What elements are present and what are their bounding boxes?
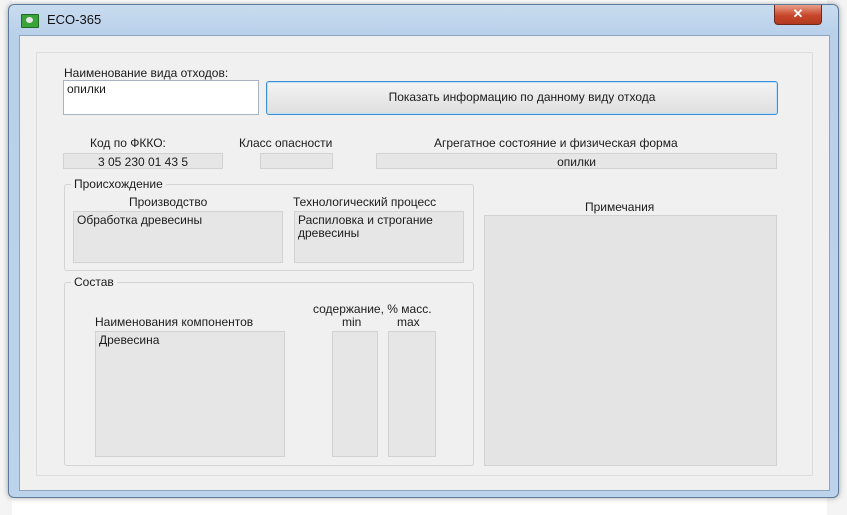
- hazard-class-field: [260, 153, 333, 169]
- close-button[interactable]: ✕: [774, 5, 822, 25]
- origin-group: Происхождение Производство Обработка дре…: [64, 177, 474, 271]
- content-label: содержание, % масс.: [313, 302, 432, 316]
- fkko-code-field: 3 05 230 01 43 5: [63, 153, 223, 169]
- main-panel: Наименование вида отходов: опилки Показа…: [36, 52, 813, 476]
- window-title: ECO-365: [47, 12, 102, 27]
- tech-process-field: Распиловка и строгание древесины: [294, 211, 464, 263]
- production-label: Производство: [129, 195, 208, 209]
- hazard-class-label: Класс опасности: [239, 136, 333, 150]
- composition-group: Состав содержание, % масс. Наименования …: [64, 275, 474, 466]
- tech-process-label: Технологический процесс: [293, 195, 437, 209]
- state-form-label: Агрегатное состояние и физическая форма: [434, 136, 678, 150]
- origin-group-title: Происхождение: [71, 177, 166, 191]
- title-bar[interactable]: ECO-365 ✕: [9, 5, 838, 33]
- production-field: Обработка древесины: [73, 211, 283, 263]
- min-label: min: [342, 315, 362, 329]
- components-label: Наименования компонентов: [95, 315, 254, 329]
- app-window: ECO-365 ✕ Наименование вида отходов: опи…: [8, 4, 839, 498]
- state-form-field: опилки: [376, 153, 777, 169]
- client-area: Наименование вида отходов: опилки Показа…: [19, 35, 830, 491]
- composition-group-title: Состав: [71, 275, 117, 289]
- notes-field: [484, 215, 777, 466]
- waste-name-input[interactable]: опилки: [63, 80, 259, 115]
- notes-label: Примечания: [585, 200, 655, 214]
- waste-name-label: Наименование вида отходов:: [64, 66, 229, 80]
- fkko-code-label: Код по ФККО:: [90, 136, 166, 150]
- max-label: max: [397, 315, 420, 329]
- max-content-list[interactable]: [388, 331, 436, 457]
- app-icon: [21, 14, 39, 28]
- show-info-button[interactable]: Показать информацию по данному виду отхо…: [266, 81, 778, 115]
- components-list[interactable]: Древесина: [95, 331, 285, 457]
- min-content-list[interactable]: [332, 331, 378, 457]
